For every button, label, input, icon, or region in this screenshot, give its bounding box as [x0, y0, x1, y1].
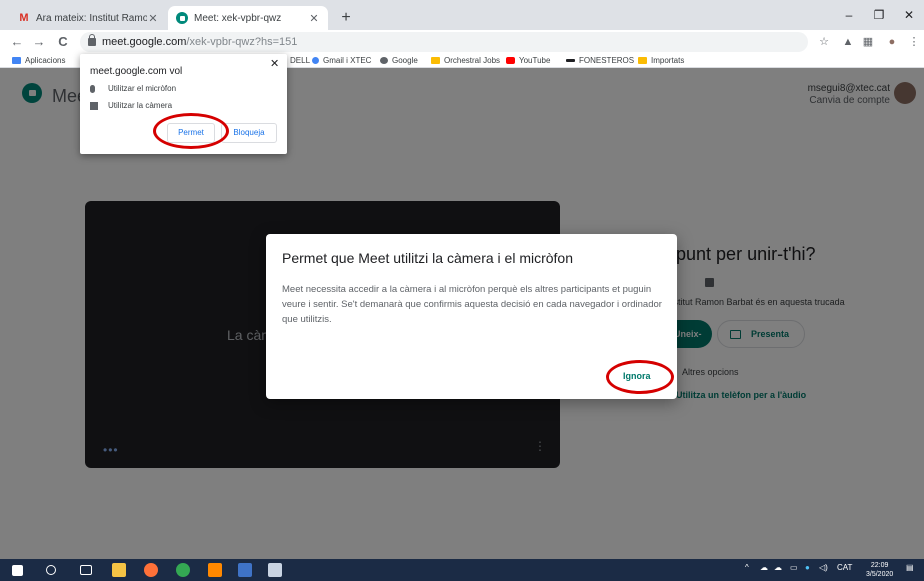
youtube-icon — [506, 57, 515, 64]
chrome-icon — [380, 57, 388, 64]
bookmark-label: Google — [392, 56, 418, 65]
clock-time: 22:09 — [870, 562, 889, 569]
tab-title: Meet: xek-vpbr-qwz — [194, 12, 282, 24]
vlc-icon[interactable] — [208, 563, 222, 577]
bookmark-fonesteros[interactable]: FONESTEROS — [566, 56, 634, 65]
minimize-button[interactable]: – — [834, 4, 864, 26]
permission-label: Utilitzar la càmera — [108, 101, 173, 110]
tab-gmail[interactable]: M Ara mateix: Institut Ramon Barba ✕ — [10, 6, 167, 30]
tab-close-button[interactable]: ✕ — [308, 12, 320, 25]
new-tab-button[interactable]: + — [336, 8, 356, 28]
camera-icon — [90, 101, 98, 110]
tray-chevron-icon[interactable]: ^ — [745, 563, 749, 572]
menu-icon[interactable]: ⋮ — [906, 34, 922, 50]
site-permission-popup: meet.google.com vol ✕ Utilitzar el micrò… — [80, 54, 287, 154]
cloud-icon[interactable]: ☁ — [760, 563, 768, 572]
bookmark-label: Aplicacions — [25, 56, 66, 65]
lock-icon[interactable] — [88, 34, 96, 46]
folder-icon — [638, 57, 647, 64]
chrome-icon[interactable] — [176, 563, 190, 577]
file-explorer-icon[interactable] — [112, 563, 126, 577]
apps-grid-icon — [12, 57, 21, 64]
firefox-icon[interactable] — [144, 563, 158, 577]
tab-strip: M Ara mateix: Institut Ramon Barba ✕ Mee… — [0, 0, 924, 30]
profile-avatar-icon[interactable]: ● — [884, 34, 900, 50]
bookmark-label: Orchestral Jobs — [444, 56, 501, 65]
bookmark-label: FONESTEROS — [579, 56, 635, 65]
bookmark-label: Importats — [651, 56, 685, 65]
close-window-button[interactable]: ✕ — [894, 4, 924, 26]
clock-date: 3/5/2020 — [866, 571, 894, 578]
volume-icon[interactable]: ◁) — [819, 563, 828, 572]
microphone-icon — [90, 84, 95, 93]
bookmark-google[interactable]: Google — [380, 56, 418, 65]
bookmark-label: Gmail i XTEC — [323, 56, 372, 65]
ignore-button[interactable]: Ignora — [623, 371, 651, 381]
reload-icon[interactable]: C — [54, 33, 72, 51]
notifications-icon[interactable]: ▤ — [906, 563, 914, 572]
forward-icon[interactable]: → — [30, 33, 48, 51]
network-icon[interactable]: ▭ — [790, 563, 798, 572]
bookmark-dell[interactable]: DELL — [290, 56, 310, 65]
app-icon[interactable] — [268, 563, 282, 577]
bookmark-star-icon[interactable]: ☆ — [816, 34, 832, 50]
permission-label: Utilitzar el micròfon — [108, 84, 177, 93]
fonesteros-icon — [566, 59, 575, 62]
bookmark-youtube[interactable]: YouTube — [506, 56, 550, 65]
google-icon — [312, 57, 319, 64]
start-icon[interactable] — [12, 565, 23, 576]
windows-taskbar: ^ ☁ ☁ ▭ ● ◁) CAT 22:09 3/5/2020 ▤ — [0, 559, 924, 581]
app-icon[interactable] — [238, 563, 252, 577]
task-view-icon[interactable] — [80, 565, 92, 575]
bookmark-importats[interactable]: Importats — [638, 56, 684, 65]
url-host: meet.google.com — [102, 36, 187, 48]
clock[interactable]: 22:09 3/5/2020 — [866, 561, 893, 579]
gmail-icon: M — [19, 12, 29, 24]
dialog-body: Meet necessita accedir a la càmera i al … — [282, 284, 662, 325]
url-path: /xek-vpbr-qwz?hs=151 — [186, 36, 298, 48]
bookmark-gmail-xtec[interactable]: Gmail i XTEC — [312, 56, 371, 65]
search-icon[interactable] — [46, 565, 56, 575]
extension-icon[interactable]: ▲ — [840, 34, 856, 50]
bookmark-apps[interactable]: Aplicacions — [12, 56, 65, 65]
permission-microphone: Utilitzar el micròfon — [90, 84, 176, 93]
language-indicator[interactable]: CAT — [837, 563, 852, 572]
allow-button[interactable]: Permet — [167, 123, 215, 143]
popup-title: meet.google.com vol — [90, 66, 183, 77]
folder-icon — [431, 57, 440, 64]
permission-dialog: Permet que Meet utilitzi la càmera i el … — [266, 234, 677, 399]
tab-title: Ara mateix: Institut Ramon Barba — [36, 12, 147, 24]
bookmark-label: DELL — [290, 56, 311, 65]
address-bar[interactable]: meet.google.com /xek-vpbr-qwz?hs=151 — [80, 32, 808, 52]
maximize-button[interactable]: ❐ — [864, 4, 894, 26]
extension-grid-icon[interactable]: ▦ — [860, 34, 876, 50]
back-icon[interactable]: ← — [8, 33, 26, 51]
bookmark-label: YouTube — [519, 56, 551, 65]
browser-toolbar: ← → C meet.google.com /xek-vpbr-qwz?hs=1… — [0, 30, 924, 54]
meet-icon — [176, 12, 188, 24]
tab-close-button[interactable]: ✕ — [147, 12, 159, 25]
dialog-title: Permet que Meet utilitzi la càmera i el … — [282, 250, 573, 266]
app-tray-icon[interactable]: ● — [805, 563, 810, 572]
permission-camera: Utilitzar la càmera — [90, 101, 172, 110]
bookmark-orchestral-jobs[interactable]: Orchestral Jobs — [431, 56, 500, 65]
tab-meet[interactable]: Meet: xek-vpbr-qwz ✕ — [168, 6, 328, 30]
close-icon[interactable]: ✕ — [270, 57, 279, 70]
cloud-icon[interactable]: ☁ — [774, 563, 782, 572]
block-button[interactable]: Bloqueja — [221, 123, 277, 143]
